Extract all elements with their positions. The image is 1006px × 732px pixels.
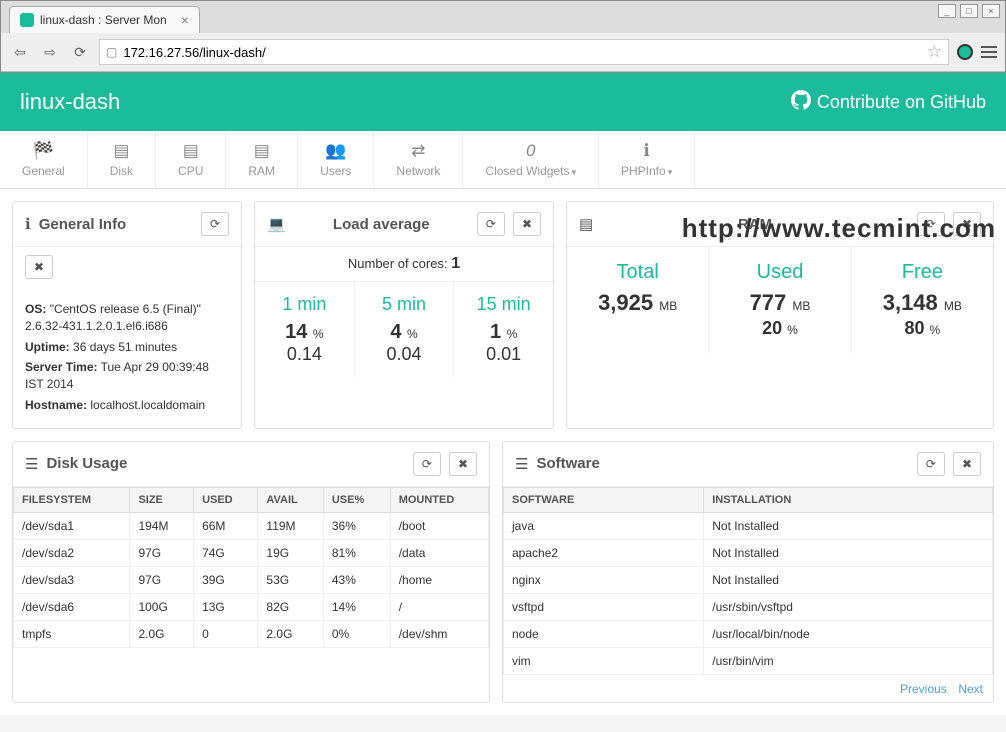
tab-closed-widgets[interactable]: 0Closed Widgets▾ [463,131,599,188]
table-row: node/usr/local/bin/node [504,620,993,647]
minimize-button[interactable]: _ [938,4,956,18]
nav-tabs: 🏁General ▤Disk ▤CPU ▤RAM 👥Users ⇄Network… [0,131,1006,189]
users-icon: 👥 [320,141,351,161]
tab-users[interactable]: 👥Users [298,131,374,188]
reload-button[interactable]: ⟳ [69,41,91,63]
load-5min: 5 min 4 % 0.04 [355,282,455,377]
ram-total: Total 3,925 MB [567,247,709,353]
menu-icon[interactable] [981,46,997,58]
table-row: apache2Not Installed [504,539,993,566]
table-row: vim/usr/bin/vim [504,647,993,674]
table-row: vsftpd/usr/sbin/vsftpd [504,593,993,620]
tab-general[interactable]: 🏁General [0,131,88,188]
table-row: tmpfs2.0G02.0G0%/dev/shm [14,620,489,647]
chevron-down-icon: ▾ [668,167,673,177]
ram-icon: ▤ [579,215,593,233]
refresh-button[interactable]: ⟳ [201,212,229,236]
back-button[interactable]: ⇦ [9,41,31,63]
panel-title: Disk Usage [46,455,404,472]
url-input[interactable] [123,45,926,60]
app-title: linux-dash [20,89,120,115]
previous-link[interactable]: Previous [900,682,947,696]
refresh-button[interactable]: ⟳ [477,212,505,236]
tab-close-icon[interactable]: × [181,12,189,28]
bookmark-icon[interactable]: ☆ [927,42,942,62]
load-1min: 1 min 14 % 0.14 [255,282,355,377]
software-table: SOFTWARE INSTALLATION javaNot Installed … [503,487,993,675]
extension-icon[interactable] [957,44,973,60]
count-icon: 0 [485,141,576,161]
dashboard-icon: 🏁 [22,141,65,161]
address-bar[interactable]: ▢ ☆ [99,39,949,65]
hdd-icon: ▤ [110,141,133,161]
tab-phpinfo[interactable]: ℹPHPInfo▾ [599,131,695,188]
laptop-icon: 💻 [267,215,286,233]
close-button[interactable]: ✖ [513,212,541,236]
ram-used: Used 777 MB 20 % [709,247,851,353]
github-link[interactable]: Contribute on GitHub [791,90,986,115]
maximize-button[interactable]: □ [960,4,978,18]
table-row: nginxNot Installed [504,566,993,593]
tab-disk[interactable]: ▤Disk [88,131,156,188]
pager: Previous Next [503,675,993,702]
ram-icon: ▤ [248,141,275,161]
close-button[interactable]: ✖ [953,452,981,476]
ram-free: Free 3,148 MB 80 % [852,247,993,353]
github-link-label: Contribute on GitHub [817,92,986,113]
panel-title: Software [536,455,908,472]
info-icon: ℹ [621,141,672,161]
window-controls: _ □ × [938,4,1000,18]
list-icon: ☰ [515,455,528,473]
list-icon: ☰ [25,455,38,473]
github-icon [791,90,811,115]
refresh-button[interactable]: ⟳ [413,452,441,476]
close-button[interactable]: ✖ [25,255,53,279]
table-row: /dev/sda397G39G53G43%/home [14,566,489,593]
table-row: /dev/sda6100G13G82G14%/ [14,593,489,620]
tab-ram[interactable]: ▤RAM [226,131,298,188]
panel-general-info: ℹ General Info ⟳ ✖ OS: "CentOS release 6… [12,201,242,429]
refresh-button[interactable]: ⟳ [917,452,945,476]
panel-disk-usage: ☰ Disk Usage ⟳ ✖ FILESYSTEM SIZE USED AV… [12,441,490,703]
panel-software: ☰ Software ⟳ ✖ SOFTWARE INSTALLATION jav… [502,441,994,703]
tab-cpu[interactable]: ▤CPU [156,131,226,188]
table-row: javaNot Installed [504,512,993,539]
panel-load-average: 💻 Load average ⟳ ✖ Number of cores: 1 1 … [254,201,554,429]
watermark-text: http://www.tecmint.com [682,213,996,244]
close-button[interactable]: ✖ [449,452,477,476]
cpu-icon: ▤ [178,141,203,161]
tab-title: linux-dash : Server Mon [40,13,167,27]
browser-tab[interactable]: linux-dash : Server Mon × [9,6,200,33]
table-row: /dev/sda297G74G19G81%/data [14,539,489,566]
tab-favicon-icon [20,13,34,27]
table-row: /dev/sda1194M66M119M36%/boot [14,512,489,539]
page-icon: ▢ [106,45,117,59]
panel-title: General Info [39,216,193,233]
load-15min: 15 min 1 % 0.01 [454,282,553,377]
disk-table: FILESYSTEM SIZE USED AVAIL USE% MOUNTED … [13,487,489,648]
close-window-button[interactable]: × [982,4,1000,18]
network-icon: ⇄ [396,141,440,161]
next-link[interactable]: Next [958,682,983,696]
panel-title: Load average [294,216,469,233]
page-header: linux-dash Contribute on GitHub [0,73,1006,131]
forward-button[interactable]: ⇨ [39,41,61,63]
info-icon: ℹ [25,215,31,233]
tab-network[interactable]: ⇄Network [374,131,463,188]
chevron-down-icon: ▾ [571,167,576,177]
